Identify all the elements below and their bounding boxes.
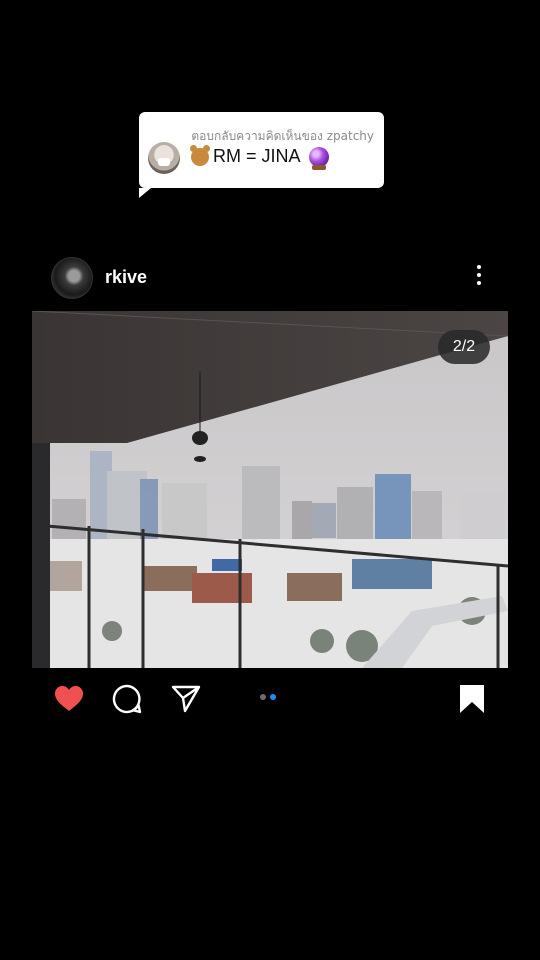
crystal-ball-icon <box>308 146 329 170</box>
commenter-avatar <box>148 142 180 174</box>
carousel-dot <box>260 694 266 700</box>
username[interactable]: rkive <box>105 267 147 288</box>
carousel-indicator <box>260 694 276 700</box>
carousel-counter: 2/2 <box>438 330 490 364</box>
bookmark-save-icon[interactable] <box>456 683 488 715</box>
profile-avatar[interactable] <box>51 257 93 299</box>
teddy-bear-icon <box>190 144 210 166</box>
share-send-icon[interactable] <box>170 683 202 715</box>
like-heart-icon[interactable] <box>53 683 85 715</box>
reply-text-row: RM = JINA <box>190 144 329 170</box>
carousel-dot-active <box>270 694 276 700</box>
post-photo[interactable] <box>32 311 508 668</box>
reply-header: ตอบกลับความคิดเห็นของ zpatchy <box>191 129 374 143</box>
comment-icon[interactable] <box>111 683 143 715</box>
reply-text: RM = JINA <box>213 146 301 166</box>
more-options-icon[interactable] <box>470 263 488 291</box>
reply-comment-bubble[interactable]: ตอบกลับความคิดเห็นของ zpatchy RM = JINA <box>139 112 384 198</box>
